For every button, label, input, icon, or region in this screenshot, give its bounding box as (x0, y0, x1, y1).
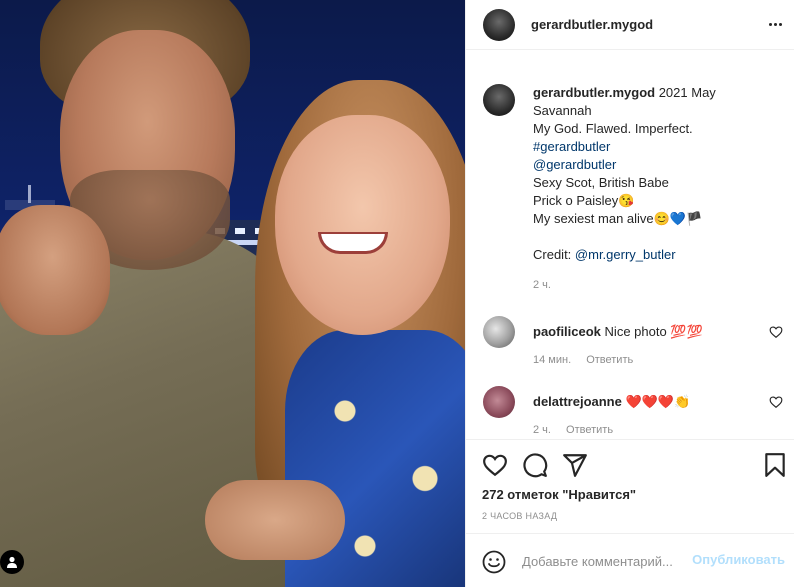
mention-link[interactable]: @gerardbutler (533, 156, 783, 174)
man-arm (205, 480, 345, 560)
bookmark-icon[interactable] (762, 452, 788, 478)
man-fist (0, 205, 110, 335)
caption-text: Sexy Scot, British Babe (533, 175, 669, 190)
likes-count[interactable]: 272 отметок "Нравится" (482, 487, 636, 502)
comment-text: Nice photo 💯💯 (604, 324, 703, 339)
author-username[interactable]: gerardbutler.mygod (531, 17, 653, 32)
comment-text: ❤️❤️❤️👏 (625, 394, 691, 409)
caption-text: My God. Flawed. Imperfect. (533, 121, 693, 136)
comment-time: 14 мин. (533, 354, 572, 366)
credit-mention-link[interactable]: @mr.gerry_butler (575, 247, 676, 262)
post-details-panel: gerardbutler.mygod gerardbutler.mygod 20… (465, 0, 794, 587)
heart-icon[interactable] (769, 325, 783, 339)
caption-text: Prick o Paisley😘 (533, 193, 635, 208)
reply-button[interactable]: Ответить (566, 424, 613, 436)
caption-author-avatar[interactable] (483, 84, 515, 116)
comment-input[interactable] (522, 550, 687, 572)
post-header: gerardbutler.mygod (466, 0, 794, 50)
user-tag-icon[interactable] (0, 550, 24, 574)
comment-username[interactable]: paofiliceok (533, 324, 601, 339)
woman-face (275, 115, 450, 335)
post-actions: 272 отметок "Нравится" 2 ЧАСОВ НАЗАД Опу… (466, 439, 794, 587)
author-avatar[interactable] (483, 8, 515, 41)
caption-text: 2021 May (658, 85, 716, 100)
comment-icon[interactable] (522, 452, 548, 478)
caption-text: My sexiest man alive😊💙🏴 (533, 211, 703, 226)
hashtag-link[interactable]: #gerardbutler (533, 138, 783, 156)
heart-icon[interactable] (769, 395, 783, 409)
heart-icon[interactable] (482, 452, 508, 478)
commenter-avatar[interactable] (483, 316, 515, 348)
caption-blank (533, 228, 783, 246)
caption-text: Savannah (533, 103, 592, 118)
caption-text: Credit: (533, 247, 572, 262)
caption-username[interactable]: gerardbutler.mygod (533, 85, 655, 100)
smiley-icon[interactable] (482, 550, 506, 574)
woman-smile (318, 232, 388, 254)
commenter-avatar[interactable] (483, 386, 515, 418)
caption-timestamp: 2 ч. (533, 279, 551, 291)
publish-button[interactable]: Опубликовать (692, 552, 785, 567)
add-comment-bar: Опубликовать (466, 533, 794, 587)
reply-button[interactable]: Ответить (586, 354, 633, 366)
paper-plane-icon[interactable] (562, 452, 588, 478)
comment-username[interactable]: delattrejoanne (533, 394, 622, 409)
comment-time: 2 ч. (533, 424, 551, 436)
post-timestamp: 2 ЧАСОВ НАЗАД (482, 511, 558, 521)
more-horizontal-icon[interactable] (765, 14, 785, 34)
post-photo[interactable] (0, 0, 465, 587)
